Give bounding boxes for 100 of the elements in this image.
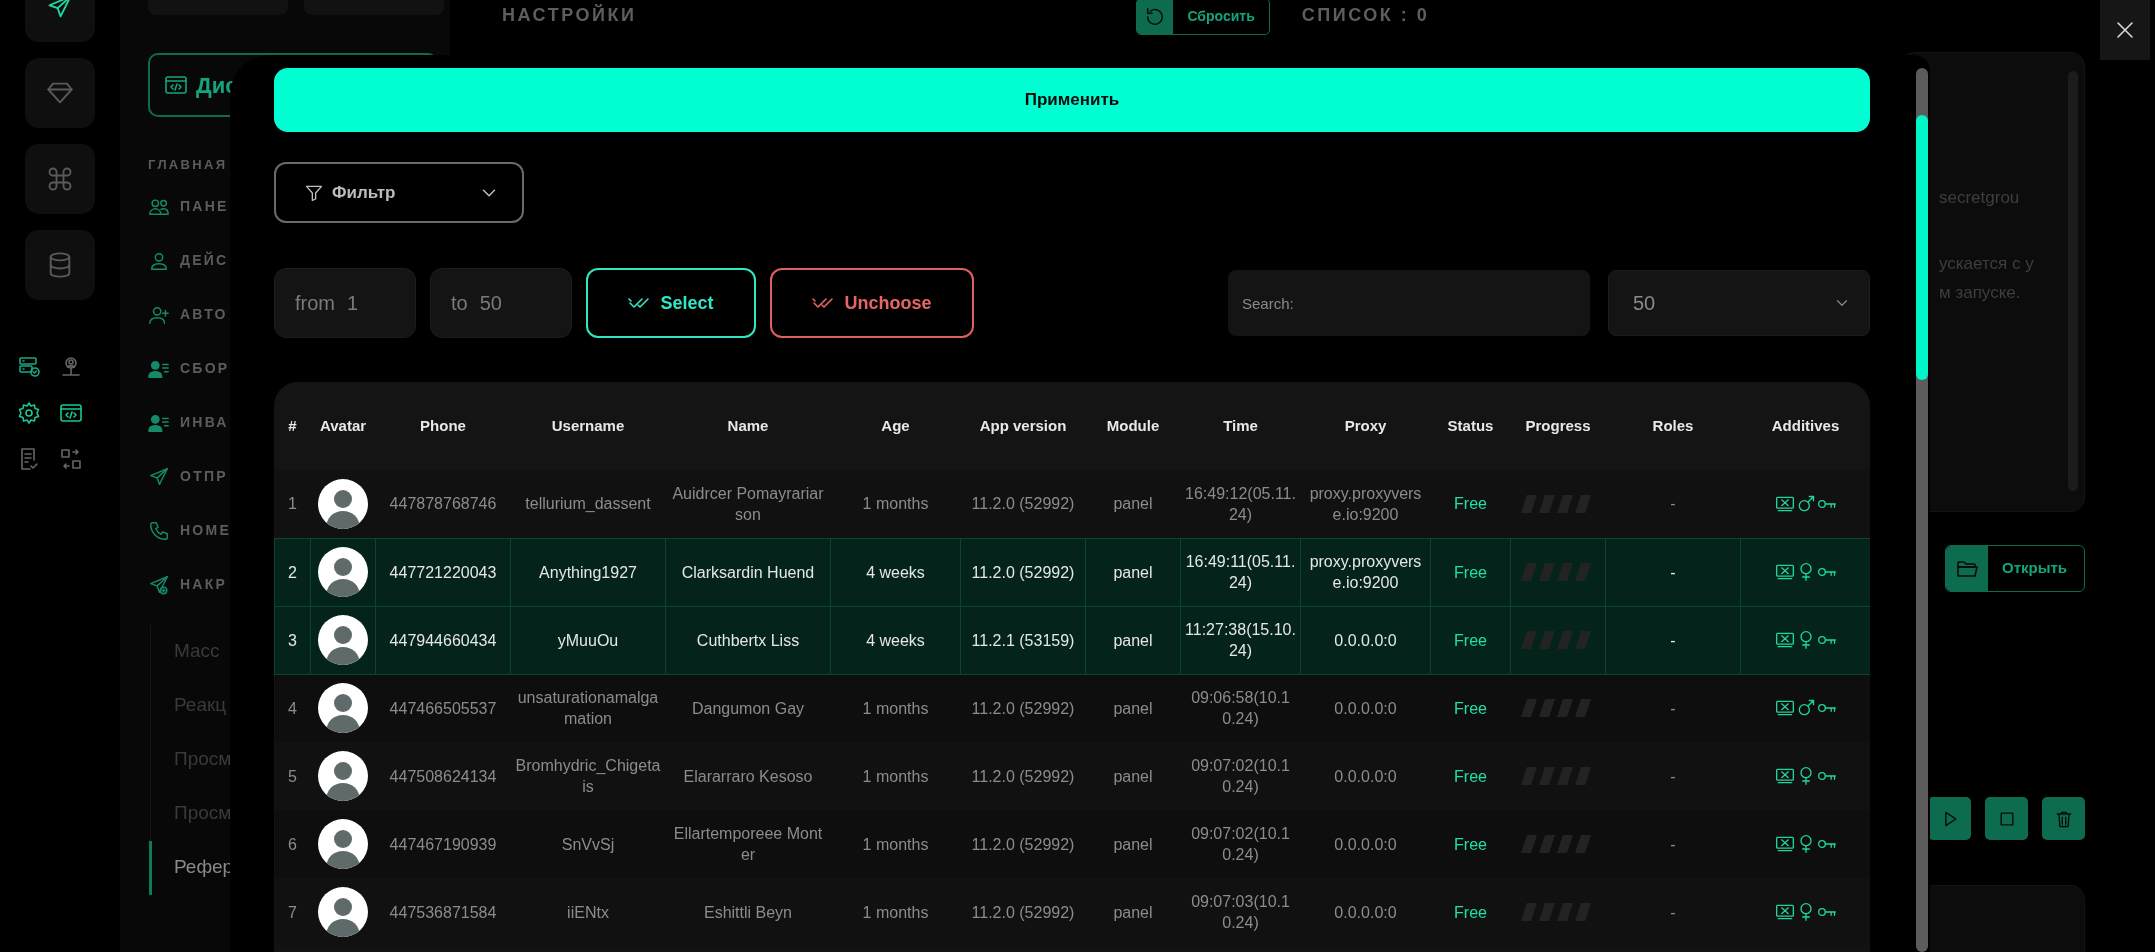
unchoose-button[interactable]: Unchoose	[770, 268, 974, 338]
table-cell: 11.2.0 (52992)	[971, 767, 1075, 785]
search-field[interactable]: Search:	[1228, 270, 1590, 336]
sidebar-item[interactable]: ОТПР	[180, 466, 228, 487]
sidebar-item[interactable]: ПАНЕ	[180, 196, 229, 217]
range-field[interactable]: from 1	[274, 268, 416, 338]
play-button[interactable]	[1928, 797, 1971, 840]
table-cell: iiENtx	[567, 903, 609, 921]
sidebar-item[interactable]: СБОР	[180, 358, 230, 379]
column-header: Phone	[420, 416, 466, 434]
page-size-select[interactable]: 50	[1608, 270, 1870, 336]
table-cell: 4 weeks	[866, 563, 925, 581]
section-label: ГЛАВНАЯ	[148, 156, 228, 174]
code-window-icon[interactable]	[59, 401, 83, 425]
column-header: Time	[1223, 416, 1258, 434]
table-cell: Dangumon Gay	[691, 699, 805, 717]
table-cell: 1 months	[862, 699, 929, 717]
table-cell: 447944660434	[389, 631, 497, 649]
table-cell: Clarksardin Huend	[681, 563, 815, 581]
crossed-screen-icon	[1774, 834, 1795, 854]
table-cell: Free	[1454, 563, 1487, 581]
table-cell: 09:07:03(10.10.24)	[1191, 893, 1290, 931]
table-cell: Anything1927	[539, 563, 637, 581]
table-cell: Cuthbertx Liss	[696, 631, 800, 649]
table-row[interactable]: 2 447721220043 Anything1927 Clarksardin Huend 4 weeks 11.2.0 (52992) panel 16:49:11(05.11.24) proxy.proxyverse.io:9200 Free -	[274, 538, 1870, 606]
send-plus-icon	[148, 573, 170, 596]
scrollbar-thumb[interactable]	[1916, 115, 1928, 380]
column-header: App version	[979, 416, 1067, 434]
column-header: Roles	[1652, 416, 1694, 434]
table-cell: -	[1670, 767, 1676, 785]
sidebar-item[interactable]: НОМЕ	[180, 520, 231, 541]
table-row[interactable]: 3 447944660434 yMuuOu Cuthbertx Liss 4 weeks 11.2.1 (53159) panel 11:27:38(15.10.24) 0.0.0.0:0 Free -	[274, 606, 1870, 674]
table-cell: 2	[288, 563, 297, 581]
table-cell: 4	[288, 699, 297, 717]
user-pin-icon[interactable]	[59, 355, 83, 379]
filter-dropdown[interactable]: Фильтр	[274, 162, 524, 223]
dashboard-icon	[164, 73, 188, 97]
reset-button[interactable]: Сбросить	[1136, 0, 1270, 35]
table-cell: 11.2.0 (52992)	[971, 563, 1075, 581]
table-cell: panel	[1113, 767, 1153, 785]
crossed-screen-icon	[1774, 766, 1795, 786]
table-cell: -	[1670, 563, 1676, 581]
table-cell: 5	[288, 767, 297, 785]
table-row[interactable]: 5 447508624134 Bromhydric_Chigetais Elararraro Kesoso 1 months 11.2.0 (52992) panel 09:07:02(10.10.24) 0.0.0.0:0 Free -	[274, 742, 1870, 810]
table-cell: 6	[288, 835, 297, 853]
column-header: Progress	[1525, 416, 1591, 434]
table-cell: 447508624134	[389, 767, 497, 785]
table-cell: -	[1670, 835, 1676, 853]
sidebar-item[interactable]: НАКР	[180, 574, 228, 595]
column-header: #	[288, 416, 297, 434]
column-header: Username	[551, 416, 625, 434]
table-cell: Free	[1454, 835, 1487, 853]
table-cell: 11.2.0 (52992)	[971, 699, 1075, 717]
table-cell: unsaturationamalgamation	[517, 689, 659, 728]
range-field[interactable]: to 50	[430, 268, 572, 338]
sidebar-item[interactable]: АВТО	[180, 304, 228, 325]
table-cell: -	[1670, 495, 1676, 513]
crossed-screen-icon	[1774, 630, 1795, 650]
table-cell: 11.2.1 (53159)	[971, 631, 1075, 649]
column-header: Proxy	[1344, 416, 1387, 434]
sidebar-item[interactable]: ИНВА	[180, 412, 229, 433]
select-button[interactable]: Select	[586, 268, 756, 338]
sidebar-tile[interactable]	[25, 144, 95, 214]
table-cell: panel	[1113, 699, 1153, 717]
table-cell: Eshittli Beyn	[703, 903, 792, 921]
phone-icon	[148, 519, 170, 542]
table-row[interactable]: 6 447467190939 SnVvSj Ellartemporeee Monter 1 months 11.2.0 (52992) panel 09:07:02(10.10.24) 0.0.0.0:0 Free -	[274, 810, 1870, 878]
table-cell: 1 months	[862, 835, 929, 853]
stop-button[interactable]	[1985, 797, 2028, 840]
table-cell: 09:07:02(10.10.24)	[1191, 757, 1290, 795]
column-header: Additives	[1771, 416, 1840, 434]
table-cell: panel	[1113, 835, 1153, 853]
scrollbar[interactable]	[1916, 68, 1928, 952]
table-cell: 11.2.0 (52992)	[971, 495, 1075, 513]
apply-button[interactable]: Применить	[274, 68, 1870, 132]
gear-icon[interactable]	[17, 401, 41, 425]
open-button[interactable]: Открыть	[1945, 545, 2085, 592]
close-button[interactable]	[2100, 0, 2150, 60]
sidebar-tile[interactable]	[25, 58, 95, 128]
column-header: Avatar	[319, 416, 367, 434]
trash-button[interactable]	[2042, 797, 2085, 840]
table-row[interactable]: 4 447466505537 unsaturationamalgamation Dangumon Gay 1 months 11.2.0 (52992) panel 09:06:58(10.10.24) 0.0.0.0:0 Free -	[274, 674, 1870, 742]
column-header: Module	[1106, 416, 1160, 434]
table-cell: Free	[1454, 699, 1487, 717]
list-count: СПИСОК : 0	[1301, 4, 1430, 27]
table-cell: 09:07:02(10.10.24)	[1191, 825, 1290, 863]
swap-icon[interactable]	[59, 447, 83, 471]
sidebar-tile[interactable]	[25, 230, 95, 300]
sidebar-item[interactable]: ДЕЙС	[180, 250, 229, 271]
table-cell: 447721220043	[389, 563, 497, 581]
table-cell: 1	[288, 495, 297, 513]
table-cell: 447467190939	[389, 835, 497, 853]
page-title: НАСТРОЙКИ	[502, 3, 637, 27]
table-cell: proxy.proxyverse.io:9200	[1309, 553, 1422, 591]
table-cell: -	[1670, 903, 1676, 921]
server-check-icon[interactable]	[17, 355, 41, 379]
column-header: Name	[727, 416, 769, 434]
command-icon	[46, 165, 74, 193]
table-cell: 1 months	[862, 495, 929, 513]
table-cell: -	[1670, 699, 1676, 717]
